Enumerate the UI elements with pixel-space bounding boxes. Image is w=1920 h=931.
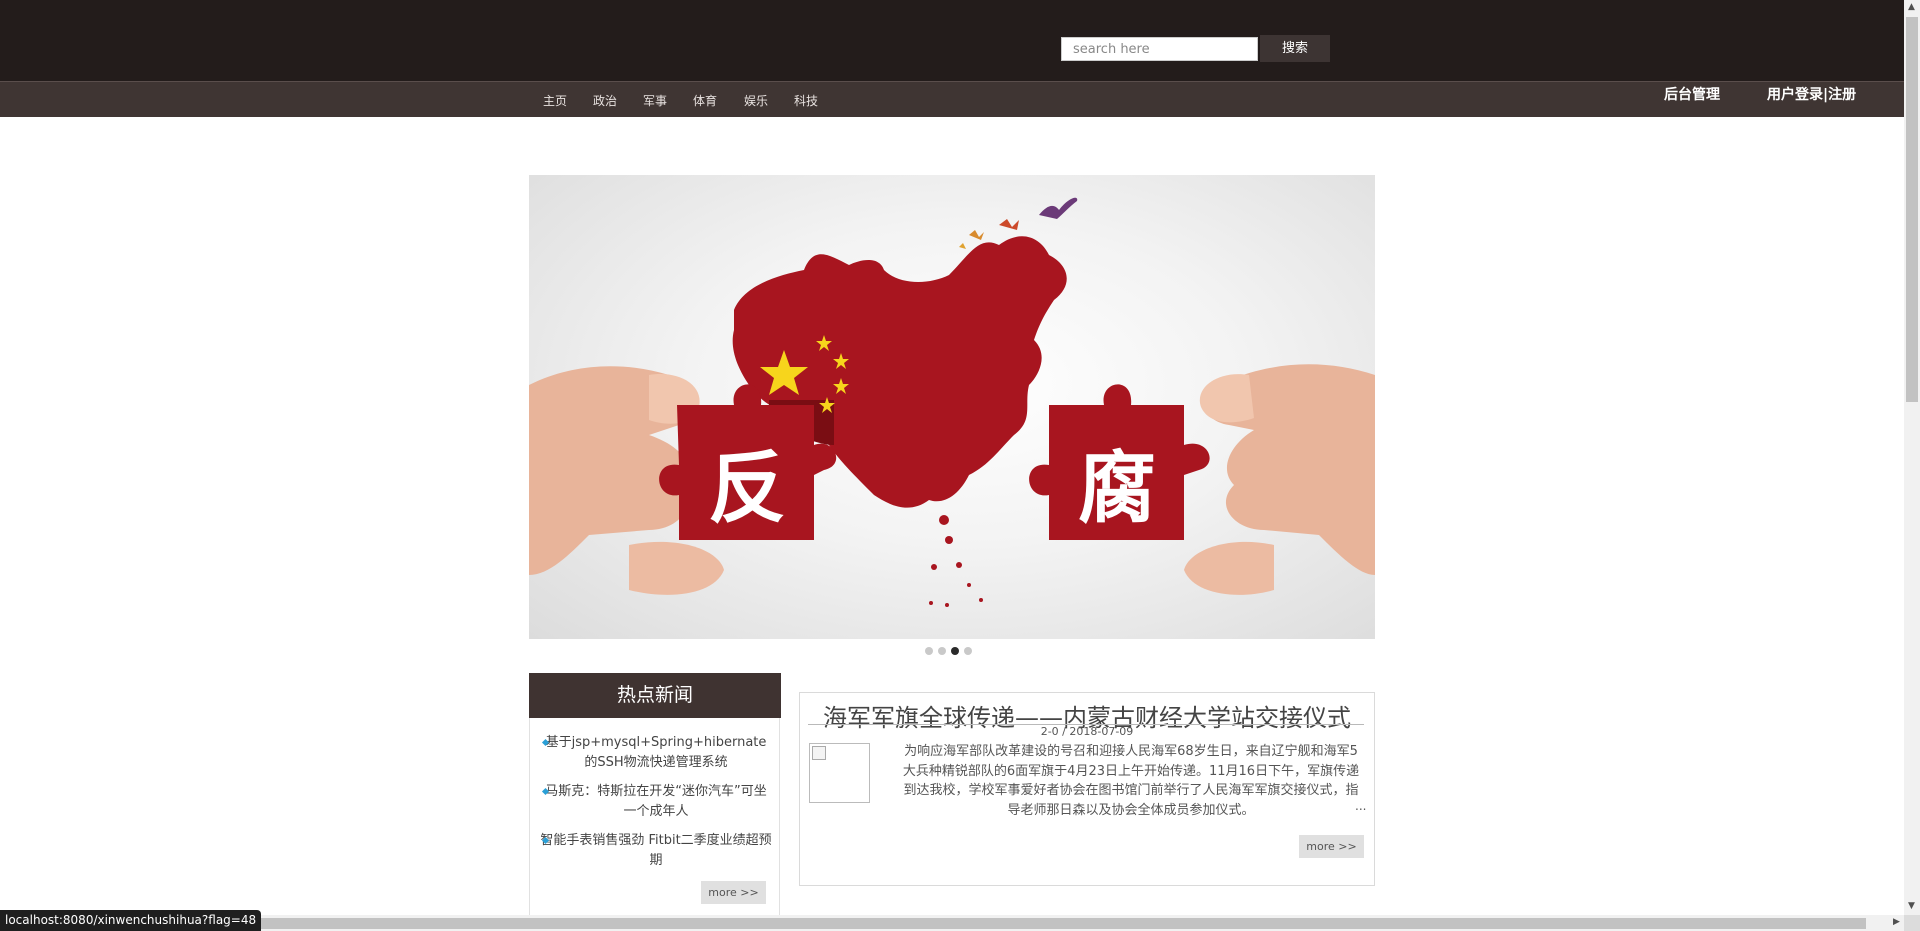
carousel-dot-4[interactable]: [964, 647, 972, 655]
banner-image: 反 腐: [529, 197, 1375, 607]
login-register-link[interactable]: 用户登录|注册: [1767, 84, 1856, 104]
article-ellipsis: ...: [1355, 799, 1367, 813]
article-card: 海军军旗全球传递——内蒙古财经大学站交接仪式 2-0 / 2018-07-09 …: [799, 692, 1375, 886]
scroll-right-icon[interactable]: ▶: [1893, 917, 1900, 927]
hot-news-item[interactable]: 基于jsp+mysql+Spring+hibernate的SSH物流快递管理系统: [540, 733, 772, 773]
nav-item-politics[interactable]: 政治: [593, 92, 617, 109]
hot-news-item[interactable]: 智能手表销售强劲 Fitbit二季度业绩超预期: [540, 831, 772, 871]
nav-item-home[interactable]: 主页: [543, 92, 567, 109]
search-input[interactable]: [1061, 37, 1258, 61]
scroll-down-icon[interactable]: ▼: [1908, 901, 1915, 911]
broken-image-icon: [812, 746, 826, 760]
scroll-up-icon[interactable]: ▲: [1908, 2, 1915, 12]
puzzle-right-label: 腐: [1078, 444, 1156, 534]
hot-news-item[interactable]: 马斯克：特斯拉在开发“迷你汽车”可坐一个成年人: [540, 782, 772, 822]
hot-news-title: 热点新闻: [529, 673, 781, 718]
search-button[interactable]: 搜索: [1260, 35, 1330, 62]
scrollbar-corner: [1904, 915, 1920, 931]
horizontal-scroll-thumb[interactable]: [248, 918, 1866, 929]
nav-bar: 主页 政治 军事 体育 娱乐 科技 后台管理 用户登录|注册: [0, 81, 1904, 117]
carousel-dot-1[interactable]: [925, 647, 933, 655]
nav-item-sports[interactable]: 体育: [693, 92, 717, 109]
top-header: 搜索: [0, 0, 1904, 81]
right-hand-icon: [1184, 364, 1375, 595]
admin-link[interactable]: 后台管理: [1664, 84, 1720, 104]
banner-carousel[interactable]: 反 腐: [529, 175, 1375, 639]
nav-item-entertainment[interactable]: 娱乐: [744, 92, 768, 109]
vertical-scroll-thumb[interactable]: [1906, 17, 1918, 402]
article-thumbnail[interactable]: [809, 743, 870, 803]
article-more-button[interactable]: more >>: [1299, 835, 1364, 858]
nav-item-technology[interactable]: 科技: [794, 92, 818, 109]
puzzle-left-label: 反: [708, 444, 786, 534]
article-summary: 为响应海军部队改革建设的号召和迎接人民海军68岁生日，来自辽宁舰和海军5大兵种精…: [902, 744, 1360, 818]
hot-news-more-button[interactable]: more >>: [701, 881, 766, 904]
article-meta: 2-0 / 2018-07-09: [1040, 725, 1134, 738]
carousel-dot-2[interactable]: [938, 647, 946, 655]
status-bar-url: localhost:8080/xinwenchushihua?flag=48: [0, 910, 262, 931]
nav-item-military[interactable]: 军事: [643, 92, 667, 109]
hot-news-panel: 热点新闻 基于jsp+mysql+Spring+hibernate的SSH物流快…: [529, 673, 781, 931]
carousel-dot-3[interactable]: [951, 647, 959, 655]
